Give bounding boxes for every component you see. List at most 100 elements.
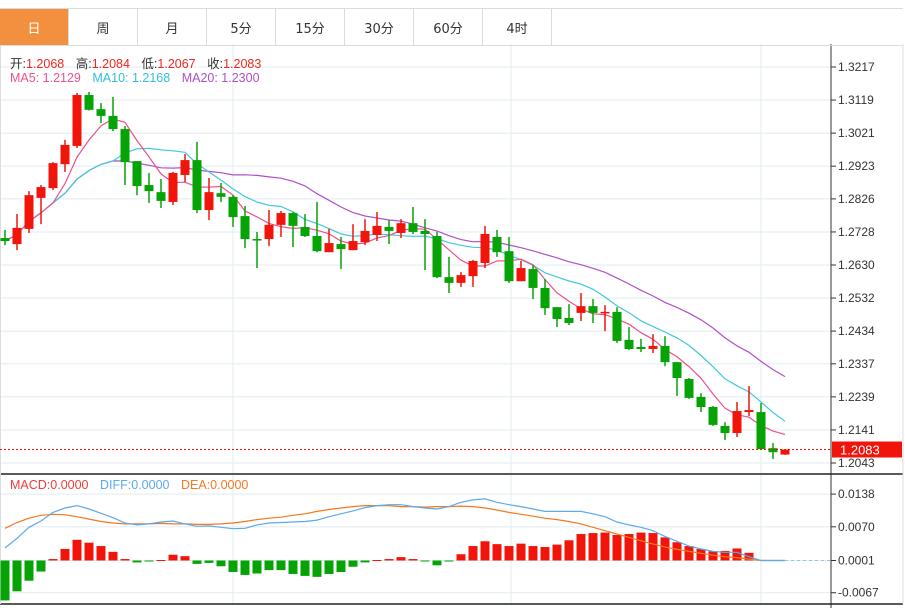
candle-body bbox=[600, 311, 610, 314]
tab-1[interactable]: 周 bbox=[69, 9, 138, 45]
macd-bar bbox=[732, 548, 742, 561]
macd-tick-label: 0.0070 bbox=[838, 520, 875, 534]
ma20-line bbox=[4, 160, 786, 378]
macd-bar bbox=[60, 548, 70, 561]
candle bbox=[768, 443, 778, 459]
macd-bar bbox=[120, 559, 130, 561]
macd-bar bbox=[576, 534, 586, 561]
macd-bar bbox=[288, 560, 298, 574]
candle-body bbox=[468, 260, 478, 277]
candle-body bbox=[756, 412, 766, 450]
candle-body bbox=[384, 226, 394, 231]
macd-bar bbox=[432, 560, 442, 566]
candle-body bbox=[48, 163, 58, 189]
candle-body bbox=[240, 216, 250, 240]
candle-body bbox=[60, 144, 70, 165]
candle-body bbox=[216, 193, 226, 197]
candle bbox=[660, 336, 670, 367]
macd-bar bbox=[492, 544, 502, 561]
candle-body bbox=[660, 345, 670, 363]
candle bbox=[408, 206, 418, 234]
tab-2[interactable]: 月 bbox=[138, 9, 207, 45]
candle bbox=[720, 422, 730, 441]
macd-bar bbox=[324, 560, 334, 574]
candle bbox=[588, 299, 598, 324]
ohlc-legend: 开:1.2068 高:1.2084 低:1.2067 收:1.2083 bbox=[10, 53, 269, 72]
candle-body bbox=[84, 94, 94, 110]
macd-bar bbox=[156, 560, 166, 562]
high-label: 高: bbox=[75, 57, 92, 71]
candle-body bbox=[96, 109, 106, 116]
ma10-value: MA10: 1.2168 bbox=[92, 71, 171, 85]
tab-0[interactable]: 日 bbox=[0, 9, 69, 45]
macd-bar bbox=[312, 560, 322, 577]
open-value: 1.2068 bbox=[25, 57, 65, 71]
candle bbox=[36, 185, 46, 225]
candle bbox=[576, 292, 586, 321]
candle-body bbox=[324, 243, 334, 253]
macd-bar bbox=[612, 534, 622, 561]
macd-bar bbox=[12, 560, 22, 592]
candle-body bbox=[684, 379, 694, 398]
tab-6[interactable]: 60分 bbox=[414, 9, 483, 45]
candle-body bbox=[648, 345, 658, 349]
candle bbox=[516, 260, 526, 282]
candle-body bbox=[144, 185, 154, 192]
candle-body bbox=[348, 241, 358, 251]
price-tick-label: 1.3021 bbox=[838, 126, 875, 140]
candle bbox=[252, 231, 262, 269]
candle bbox=[192, 141, 202, 214]
candle bbox=[312, 201, 322, 253]
candle-body bbox=[336, 244, 346, 250]
macd-bar bbox=[276, 560, 286, 571]
ma-legend: MA5: 1.2129 MA10: 1.2168 MA20: 1.2300 bbox=[10, 71, 268, 85]
price-tick-label: 1.3217 bbox=[838, 60, 875, 74]
candle-body bbox=[0, 238, 10, 242]
price-tick-label: 1.2923 bbox=[838, 159, 875, 173]
macd-bar bbox=[348, 560, 358, 567]
macd-bar bbox=[168, 554, 178, 561]
price-tick-label: 1.2532 bbox=[838, 291, 875, 305]
candle bbox=[132, 161, 142, 196]
kline-chart[interactable]: 1.3217 1.3119 1.3021 1.2923 1.2826 1.2728 1.26… bbox=[0, 0, 905, 608]
tab-4[interactable]: 15分 bbox=[276, 9, 345, 45]
dea-value: DEA:0.0000 bbox=[180, 478, 249, 492]
candle bbox=[492, 229, 502, 257]
candle-body bbox=[504, 251, 514, 282]
candle bbox=[624, 327, 634, 351]
candle-body bbox=[492, 237, 502, 253]
candle bbox=[528, 265, 538, 300]
candle bbox=[444, 256, 454, 293]
candle bbox=[96, 103, 106, 123]
macd-bar bbox=[468, 546, 478, 561]
candle bbox=[72, 92, 82, 148]
candle-body bbox=[12, 227, 22, 245]
candle-body bbox=[528, 269, 538, 288]
macd-tick-label: -0.0067 bbox=[838, 586, 879, 600]
macd-bar bbox=[564, 540, 574, 561]
price-tick-label: 1.2239 bbox=[838, 390, 875, 404]
tab-7[interactable]: 4时 bbox=[483, 9, 552, 45]
ma10-line bbox=[4, 147, 786, 422]
macd-bar bbox=[696, 548, 706, 561]
candle bbox=[456, 272, 466, 287]
candle-body bbox=[720, 425, 730, 433]
candle bbox=[708, 405, 718, 426]
price-tick-label: 1.2630 bbox=[838, 258, 875, 272]
macd-bar bbox=[144, 560, 154, 562]
candle-body bbox=[624, 339, 634, 349]
high-value: 1.2084 bbox=[91, 57, 130, 71]
candle-body bbox=[768, 448, 778, 453]
close-value: 1.2083 bbox=[223, 57, 262, 71]
candle bbox=[12, 214, 22, 251]
macd-bar bbox=[420, 560, 430, 562]
macd-bar bbox=[84, 542, 94, 561]
macd-bar bbox=[300, 560, 310, 576]
candle-body bbox=[360, 230, 370, 243]
candle-body bbox=[108, 115, 118, 130]
candle bbox=[684, 377, 694, 399]
tab-5[interactable]: 30分 bbox=[345, 9, 414, 45]
tab-3[interactable]: 5分 bbox=[207, 9, 276, 45]
candle-body bbox=[420, 230, 430, 234]
candle bbox=[264, 210, 274, 247]
